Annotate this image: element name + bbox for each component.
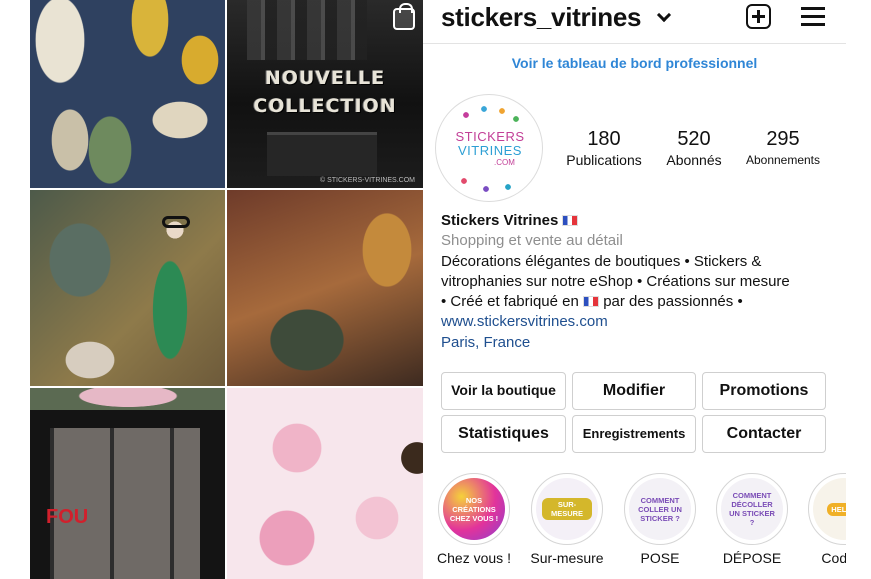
post-watermark: © STICKERS-VITRINES.COM	[320, 177, 415, 184]
highlight-cover: SUR-MESURE	[536, 478, 598, 540]
story-highlight-chez-vous[interactable]: NOS CRÉATIONS CHEZ VOUS ! Chez vous !	[436, 473, 512, 566]
stat-followers[interactable]: 520 Abonnés	[653, 127, 735, 169]
shop-window-image	[50, 428, 200, 579]
chevron-down-icon[interactable]	[656, 7, 672, 23]
story-highlight-pose[interactable]: COMMENT COLLER UN STICKER ? POSE	[622, 473, 698, 566]
post-thumbnail-fashion-portrait[interactable]	[30, 190, 225, 386]
bio-line-3: • Créé et fabriqué en par des passionnés…	[441, 292, 841, 312]
stat-value: 295	[766, 128, 800, 150]
avatar-logo-suffix: .COM	[494, 158, 515, 167]
profile-name: Stickers Vitrines	[441, 212, 559, 229]
shopping-bag-icon[interactable]	[393, 3, 415, 30]
stat-label: Abonnés	[666, 152, 722, 168]
insights-button[interactable]: Statistiques	[441, 415, 566, 453]
new-post-icon[interactable]	[746, 4, 771, 29]
story-highlight-code-promo[interactable]: HELLO Code p	[806, 473, 846, 566]
bio-line-3-start: • Créé et fabriqué en	[441, 293, 579, 311]
highlight-ring: SUR-MESURE	[531, 473, 603, 545]
professional-dashboard-link[interactable]: Voir le tableau de bord professionnel	[423, 55, 846, 71]
promotions-button[interactable]: Promotions	[702, 372, 826, 410]
account-username[interactable]: stickers_vitrines	[441, 2, 641, 33]
contact-button[interactable]: Contacter	[702, 415, 826, 453]
location-link[interactable]: Paris, France	[441, 333, 841, 353]
post-thumbnail-shopfront[interactable]: FOU	[30, 388, 225, 579]
headline-line-1: NOUVELLE	[264, 67, 386, 89]
profile-panel: stickers_vitrines Voir le tableau de bor…	[423, 0, 846, 579]
france-flag-icon	[583, 296, 600, 308]
highlight-cover-text: HELLO	[827, 502, 846, 516]
highlight-caption: Sur-mesure	[530, 550, 604, 566]
stat-publications[interactable]: 180 Publications	[558, 127, 650, 169]
post-headline: NOUVELLE COLLECTION	[227, 64, 423, 120]
stat-following[interactable]: 295 Abonnements	[739, 127, 827, 169]
post-thumbnail-nouvelle-collection[interactable]: NOUVELLE COLLECTION © STICKERS-VITRINES.…	[227, 0, 423, 188]
story-highlight-depose[interactable]: COMMENT DÉCOLLER UN STICKER ? DÉPOSE	[714, 473, 790, 566]
highlight-cover: HELLO	[813, 478, 846, 540]
highlight-ring: COMMENT DÉCOLLER UN STICKER ?	[716, 473, 788, 545]
bio-line-3-end: par des passionnés •	[603, 293, 743, 311]
post-thumbnail-tropical-leaves[interactable]	[30, 0, 225, 188]
glasses-detail	[162, 216, 190, 228]
post-thumbnail-interior[interactable]	[227, 190, 423, 386]
stat-label: Publications	[566, 152, 642, 168]
stat-value: 180	[587, 128, 621, 150]
bio-line-2: vitrophanies sur notre eShop • Créations…	[441, 272, 790, 290]
highlight-caption: POSE	[640, 550, 680, 566]
menu-icon[interactable]	[801, 6, 825, 26]
highlight-ring: HELLO	[808, 473, 846, 545]
shop-window-text: FOU	[46, 506, 89, 528]
avatar-logo-line-2: VITRINES	[458, 143, 522, 158]
profile-avatar[interactable]: STICKERS VITRINES .COM	[435, 94, 543, 202]
highlight-ring: NOS CRÉATIONS CHEZ VOUS !	[438, 473, 510, 545]
bio-line-1: Décorations élégantes de boutiques • Sti…	[441, 252, 762, 270]
highlight-caption: Code p	[821, 550, 846, 566]
headline-line-2: COLLECTION	[253, 95, 397, 117]
highlight-cover: COMMENT DÉCOLLER UN STICKER ?	[721, 478, 783, 540]
profile-category: Shopping et vente au détail	[441, 232, 623, 250]
profile-bio: Stickers Vitrines Shopping et vente au d…	[441, 211, 841, 353]
story-highlight-sur-mesure[interactable]: SUR-MESURE Sur-mesure	[529, 473, 605, 566]
view-shop-button[interactable]: Voir la boutique	[441, 372, 566, 410]
france-flag-icon	[562, 215, 579, 226]
top-bar: stickers_vitrines	[423, 0, 846, 44]
display-box-image	[267, 132, 377, 176]
highlight-caption: DÉPOSE	[722, 550, 782, 566]
bio-name-row: Stickers Vitrines	[441, 211, 841, 231]
clothing-rack-image	[247, 0, 367, 60]
highlight-ring: COMMENT COLLER UN STICKER ?	[624, 473, 696, 545]
saved-button[interactable]: Enregistrements	[572, 415, 696, 453]
stat-value: 520	[677, 128, 711, 150]
avatar-logo-line-1: STICKERS	[455, 129, 525, 144]
highlight-cover-text: SUR-MESURE	[542, 498, 592, 520]
stat-label: Abonnements	[745, 153, 821, 167]
highlight-cover: NOS CRÉATIONS CHEZ VOUS !	[443, 478, 505, 540]
highlight-cover: COMMENT COLLER UN STICKER ?	[629, 478, 691, 540]
photo-grid: NOUVELLE COLLECTION © STICKERS-VITRINES.…	[30, 0, 423, 579]
edit-profile-button[interactable]: Modifier	[572, 372, 696, 410]
website-link[interactable]: www.stickersvitrines.com	[441, 312, 841, 332]
highlight-caption: Chez vous !	[437, 550, 511, 566]
post-thumbnail-peonies[interactable]	[227, 388, 423, 579]
